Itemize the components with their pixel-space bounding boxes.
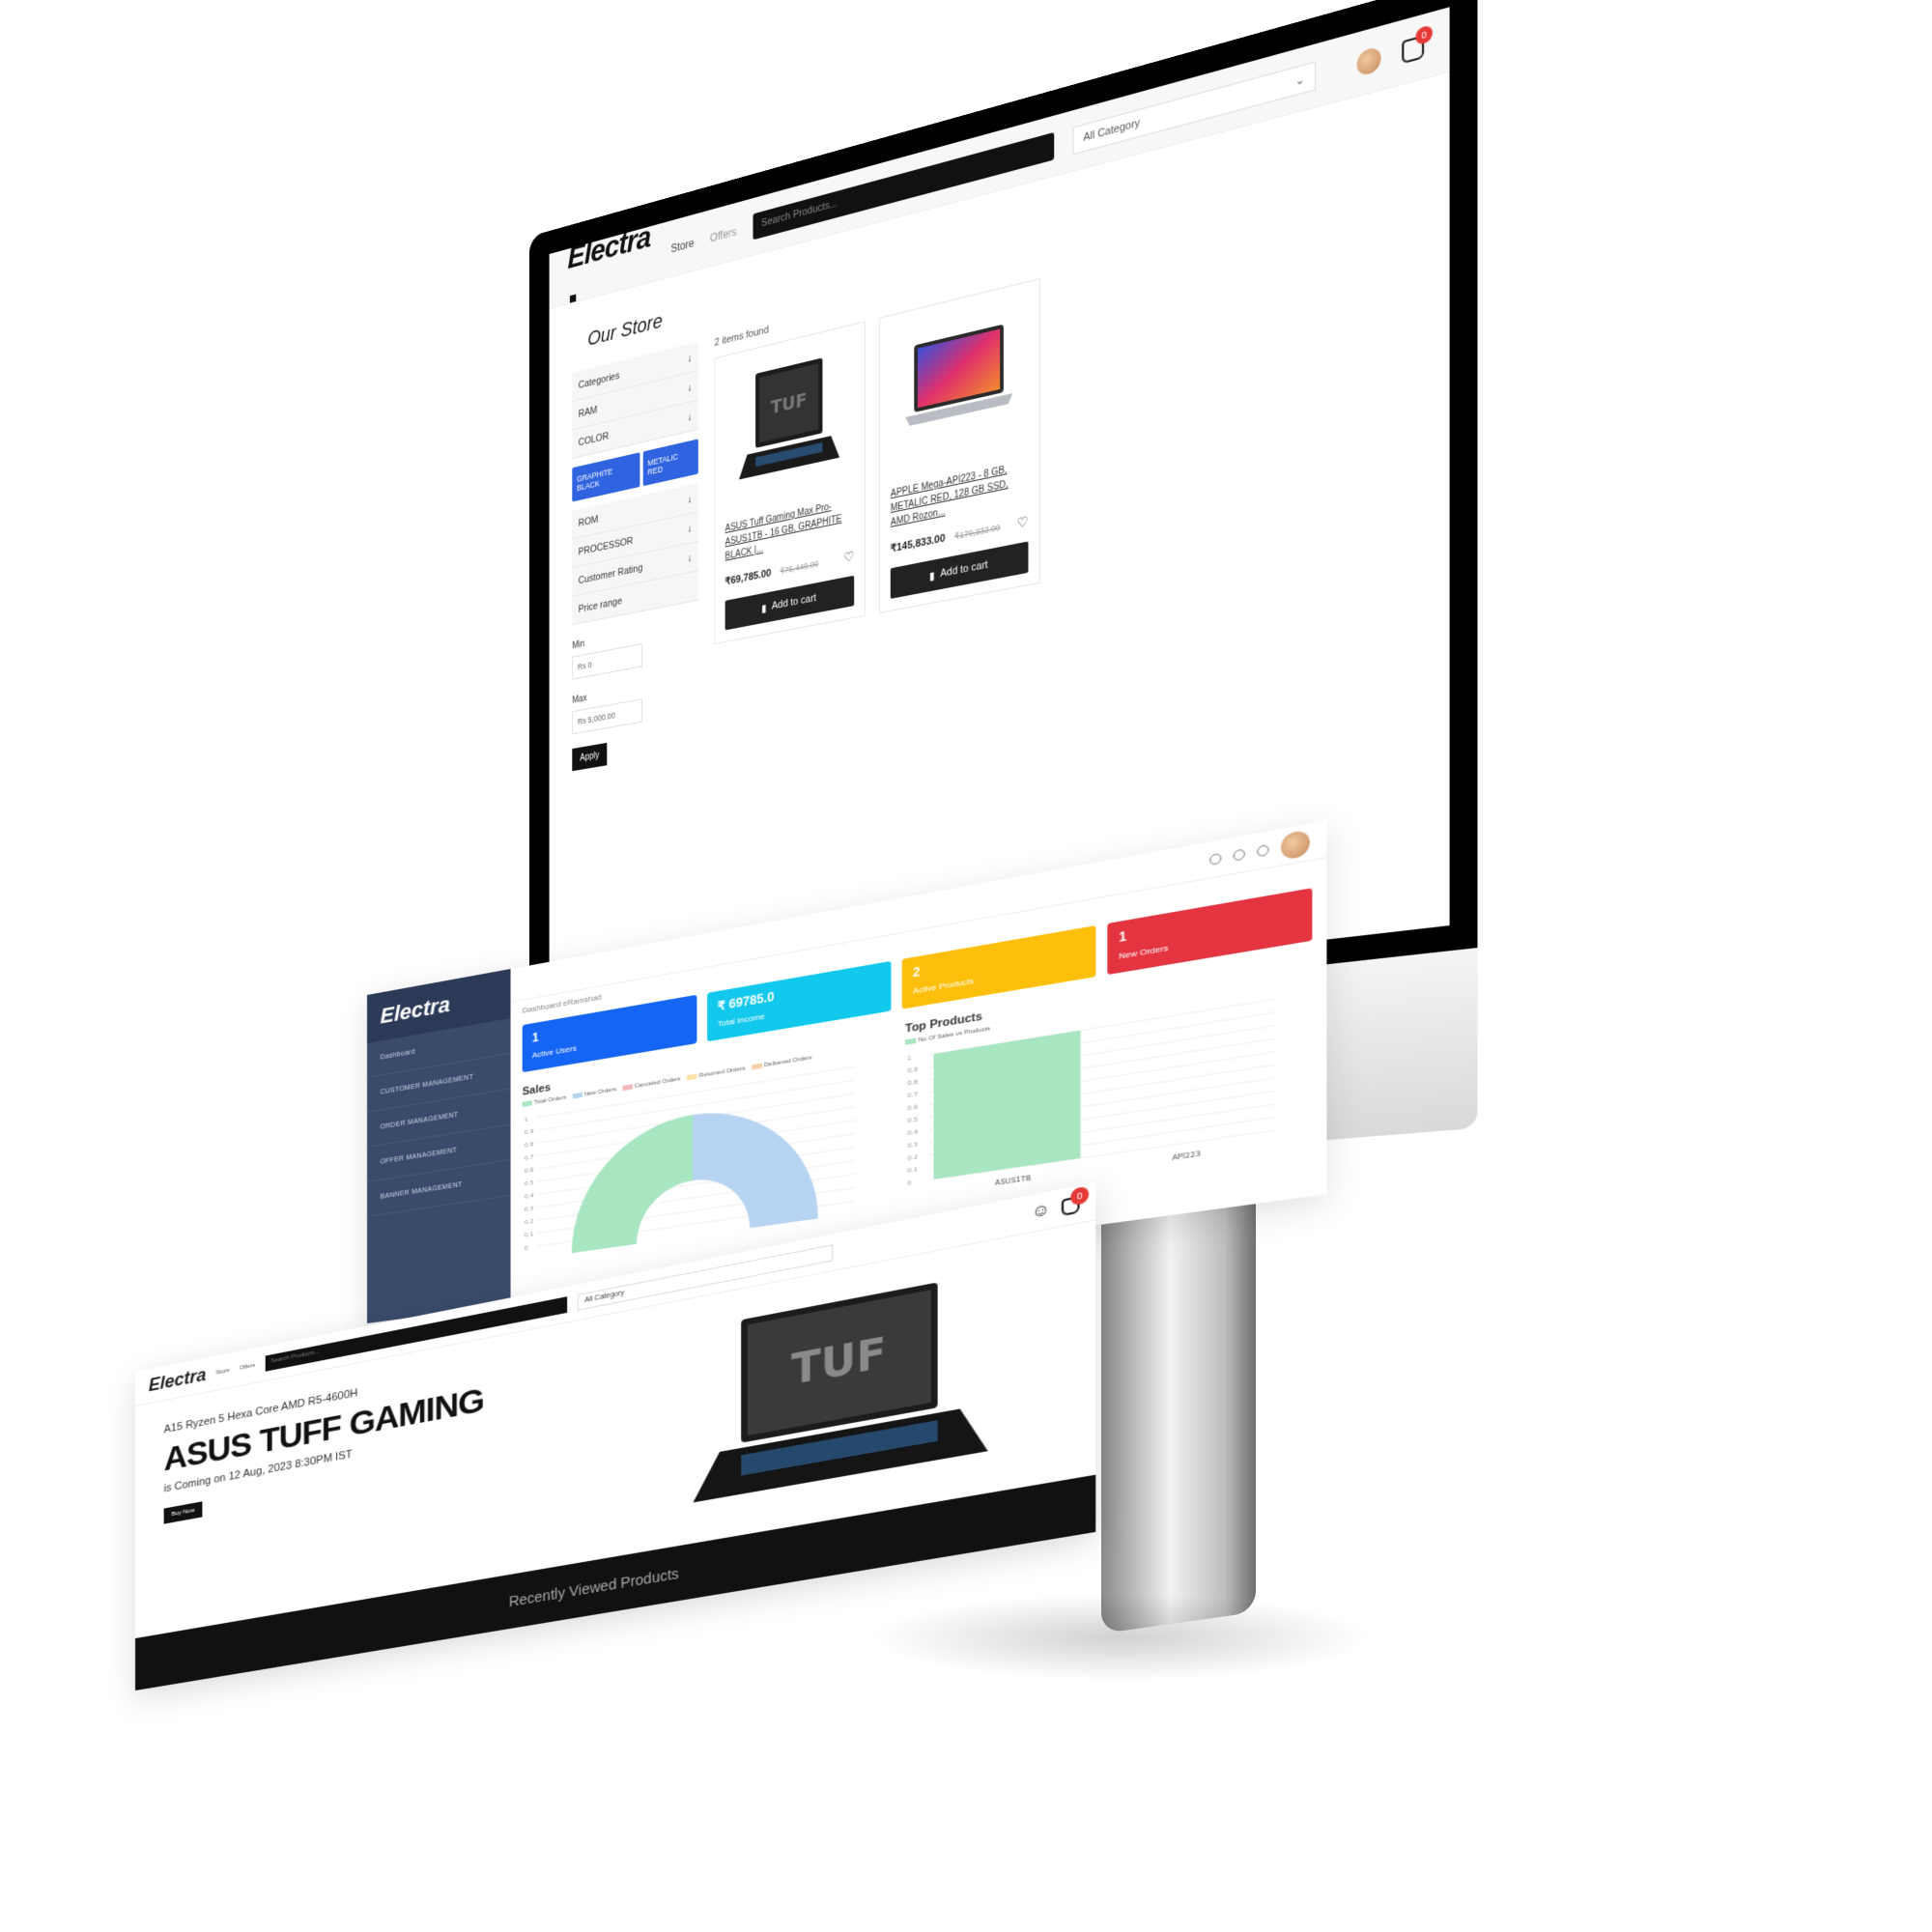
bar: [933, 1031, 1080, 1179]
y-tick-label: 0: [525, 1244, 528, 1252]
user-icon[interactable]: ☺: [1032, 1200, 1050, 1222]
filter-sidebar: Categories ↓ RAM ↓ COLOR ↓ GRAPHITE BLACK M…: [572, 342, 698, 772]
laptop-black-icon: TUF: [739, 349, 839, 494]
nav-store[interactable]: Store: [670, 236, 694, 255]
category-value: All Category: [1083, 117, 1140, 144]
home-cart-badge: 0: [1070, 1185, 1089, 1206]
laptop-banner-icon: TUF: [688, 1261, 994, 1523]
y-tick-label: 0.6: [907, 1103, 918, 1112]
mail-icon[interactable]: [1257, 843, 1268, 857]
heart-icon[interactable]: ♡: [1017, 513, 1029, 532]
y-tick-label: 1: [525, 1116, 528, 1123]
y-tick-label: 0.7: [907, 1091, 918, 1099]
home-cart-icon[interactable]: 0: [1062, 1195, 1080, 1215]
pie-slice: [572, 1115, 693, 1253]
chip-graphite-black[interactable]: GRAPHITE BLACK: [572, 452, 639, 501]
pie-slice: [693, 1095, 818, 1236]
product-price: ₹69,785.00: [725, 567, 772, 587]
y-tick-label: 0.4: [525, 1192, 534, 1201]
cart-icon[interactable]: 0: [1402, 35, 1424, 64]
monitor-mockup: Electra Store Offers Search Products... …: [0, 0, 1932, 1932]
laptop-macbook-icon: [901, 316, 1017, 448]
home-logo[interactable]: Electra: [149, 1365, 207, 1397]
avatar[interactable]: [1357, 45, 1381, 76]
y-tick-label: 0.6: [525, 1167, 534, 1176]
y-tick-label: 0.5: [525, 1179, 534, 1188]
y-tick-label: 0.1: [907, 1166, 918, 1175]
product-card[interactable]: TUF ASUS Tuff Gaming Max Pro-ASUS1TB - 1…: [715, 321, 866, 644]
apply-button[interactable]: Apply: [572, 743, 607, 771]
max-price-input[interactable]: Rs 5,000.00: [572, 698, 642, 734]
y-tick-label: 0.9: [525, 1128, 534, 1137]
home-nav-offers[interactable]: Offers: [240, 1362, 255, 1371]
arrow-down-icon: ↓: [688, 523, 693, 534]
arrow-down-icon: ↓: [688, 382, 693, 393]
admin-sidebar: Electra Dashboard CUSTOMER MANAGEMENT OR…: [367, 969, 511, 1323]
y-tick-label: 0.7: [525, 1153, 534, 1162]
heart-icon[interactable]: ♡: [843, 548, 854, 566]
chip-metalic-red[interactable]: METALIC RED: [642, 439, 697, 486]
arrow-down-icon: ↓: [688, 411, 693, 422]
bag-icon: ▮: [761, 602, 766, 615]
x-tick-label: ASUS1TB: [995, 1174, 1032, 1187]
y-tick-label: 0.1: [525, 1231, 534, 1239]
bag-icon: ▮: [929, 569, 935, 582]
arrow-down-icon: ↓: [688, 552, 693, 563]
buy-now-button[interactable]: Buy Now: [164, 1501, 203, 1523]
y-tick-label: 0.2: [525, 1218, 534, 1227]
stand-shadow: [869, 1594, 1372, 1681]
y-tick-label: 0.5: [907, 1116, 918, 1124]
arrow-down-icon: ↓: [688, 352, 693, 364]
chevron-down-icon: ⌄: [1295, 72, 1305, 87]
y-tick-label: 1: [907, 1054, 912, 1062]
product-price: ₹145,833.00: [891, 532, 946, 554]
product-old-price: ₹75,449.00: [780, 559, 818, 577]
y-tick-label: 0.8: [525, 1141, 534, 1150]
y-tick-label: 0.3: [525, 1205, 534, 1213]
y-tick-label: 0: [907, 1179, 912, 1187]
cart-badge: 0: [1415, 24, 1433, 45]
settings-icon[interactable]: [1234, 848, 1245, 861]
home-nav-store[interactable]: Store: [215, 1367, 229, 1376]
product-card[interactable]: APPLE Mega-API223 - 8 GB, METALIC RED, 1…: [879, 278, 1040, 613]
product-image[interactable]: [891, 294, 1029, 470]
y-tick-label: 0.3: [907, 1141, 918, 1150]
y-tick-label: 0.9: [907, 1065, 918, 1074]
admin-avatar[interactable]: [1281, 829, 1310, 861]
bell-icon[interactable]: [1209, 852, 1221, 865]
y-tick-label: 0.2: [907, 1153, 918, 1162]
product-image[interactable]: TUF: [725, 336, 855, 506]
arrow-down-icon: ↓: [688, 493, 693, 504]
y-tick-label: 0.4: [907, 1128, 918, 1137]
product-old-price: ₹179,333.00: [954, 523, 1000, 541]
y-tick-label: 0.8: [907, 1078, 918, 1087]
nav-offers[interactable]: Offers: [710, 224, 736, 244]
x-tick-label: API223: [1172, 1150, 1201, 1162]
